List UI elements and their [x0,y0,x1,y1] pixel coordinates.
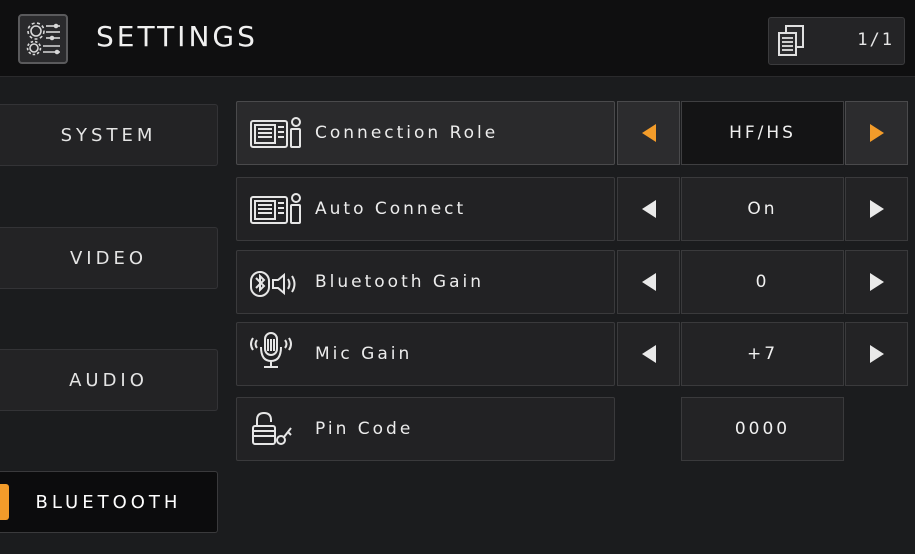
setting-value: 0 [681,250,844,314]
pages-icon [775,24,807,58]
page-number: 1/1 [857,30,894,50]
decrease-button[interactable] [617,101,680,165]
sidebar-item-video[interactable]: VIDEO [0,227,218,289]
setting-row-bluetooth-gain[interactable]: Bluetooth Gain [236,250,615,314]
sidebar-item-label: VIDEO [69,247,148,269]
head-unit-phone-icon [249,191,303,229]
increase-button[interactable] [845,250,908,314]
microphone-icon [249,331,303,369]
active-indicator [0,484,9,520]
pin-code-value[interactable]: 0000 [681,397,844,461]
head-unit-phone-icon [249,115,303,153]
setting-label: Bluetooth Gain [315,272,485,292]
left-arrow-icon [641,124,656,142]
lock-key-icon [249,410,303,448]
setting-row-pin-code[interactable]: Pin Code [236,397,615,461]
increase-button[interactable] [845,177,908,241]
decrease-button[interactable] [617,250,680,314]
left-arrow-icon [641,273,656,291]
sidebar-item-audio[interactable]: AUDIO [0,349,218,411]
sidebar-item-label: BLUETOOTH [35,491,182,513]
setting-label: Auto Connect [315,199,467,219]
right-arrow-icon [869,345,884,363]
setting-row-mic-gain[interactable]: Mic Gain [236,322,615,386]
setting-row-connection-role[interactable]: Connection Role [236,101,615,165]
right-arrow-icon [869,273,884,291]
page-title: SETTINGS [96,20,258,53]
setting-value: +7 [681,322,844,386]
increase-button[interactable] [845,322,908,386]
setting-label: Mic Gain [315,344,413,364]
decrease-button[interactable] [617,322,680,386]
sidebar-item-bluetooth[interactable]: BLUETOOTH [0,471,218,533]
settings-gears-icon [18,14,68,64]
setting-row-auto-connect[interactable]: Auto Connect [236,177,615,241]
left-arrow-icon [641,345,656,363]
right-arrow-icon [869,124,884,142]
setting-value: On [681,177,844,241]
top-bar: SETTINGS 1/1 [0,0,915,77]
setting-label: Pin Code [315,419,414,439]
page-indicator-button[interactable]: 1/1 [768,17,905,65]
increase-button[interactable] [845,101,908,165]
decrease-button[interactable] [617,177,680,241]
left-arrow-icon [641,200,656,218]
setting-label: Connection Role [315,123,499,143]
sidebar-item-system[interactable]: SYSTEM [0,104,218,166]
sidebar-item-label: AUDIO [69,369,148,391]
sidebar-item-label: SYSTEM [60,124,157,146]
bluetooth-speaker-icon [249,264,303,302]
right-arrow-icon [869,200,884,218]
setting-value: HF/HS [681,101,844,165]
